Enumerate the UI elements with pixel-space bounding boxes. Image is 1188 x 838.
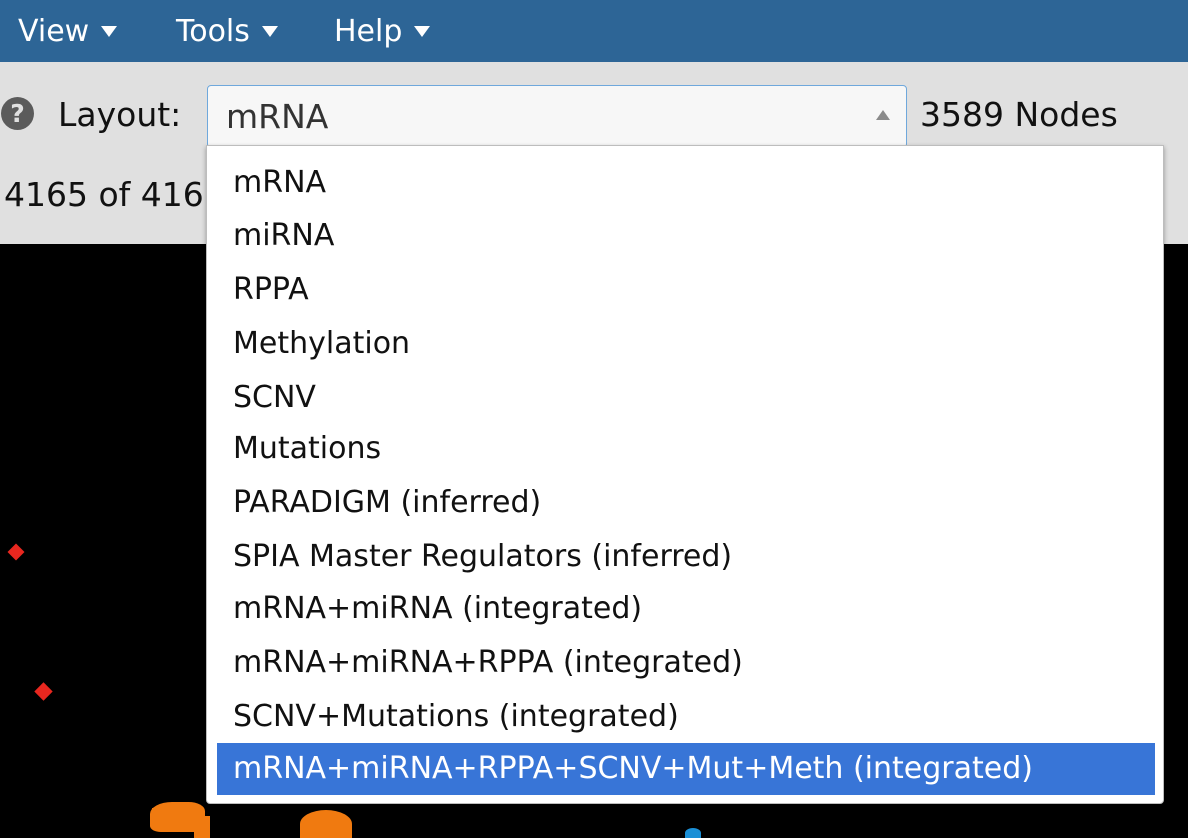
chevron-down-icon (414, 26, 431, 37)
layout-option[interactable]: mRNA (217, 157, 1155, 209)
map-node[interactable] (34, 682, 53, 701)
caret-up-icon (876, 110, 890, 120)
layout-option[interactable]: mRNA+miRNA+RPPA (integrated) (217, 637, 1155, 689)
node-count: 3589 Nodes (920, 95, 1118, 134)
layout-option-highlighted[interactable]: mRNA+miRNA+RPPA+SCNV+Mut+Meth (integrate… (217, 743, 1155, 795)
layout-option[interactable]: SCNV+Mutations (integrated) (217, 691, 1155, 743)
layout-option[interactable]: miRNA (217, 210, 1155, 262)
layout-option[interactable]: RPPA (217, 264, 1155, 316)
map-node[interactable] (7, 543, 25, 561)
layout-label: Layout: (58, 95, 182, 134)
question-circle-icon[interactable]: ? (1, 97, 34, 130)
menu-tools[interactable]: Tools (176, 13, 278, 51)
chevron-down-icon (101, 26, 118, 37)
chevron-down-icon (261, 26, 278, 37)
layout-option[interactable]: SPIA Master Regulators (inferred) (217, 531, 1155, 583)
layout-dropdown: mRNA miRNA RPPA Methylation SCNV Mutatio… (206, 145, 1164, 804)
layout-option[interactable]: mRNA+miRNA (integrated) (217, 583, 1155, 635)
menu-tools-label: Tools (176, 14, 250, 49)
layout-option[interactable]: Methylation (217, 318, 1155, 370)
menu-help[interactable]: Help (334, 13, 431, 51)
menu-view[interactable]: View (18, 13, 118, 51)
map-node[interactable] (685, 828, 701, 838)
layout-select-value: mRNA (226, 97, 329, 136)
layout-option[interactable]: SCNV (217, 372, 1155, 424)
layout-select[interactable]: mRNA (207, 85, 907, 148)
filter-count: 4165 of 416 (4, 175, 204, 214)
layout-option[interactable]: PARADIGM (inferred) (217, 477, 1155, 529)
menu-view-label: View (18, 14, 90, 49)
map-node[interactable] (152, 808, 160, 816)
menubar: View Tools Help (0, 0, 1188, 62)
menu-help-label: Help (334, 14, 403, 49)
map-node-cluster[interactable] (194, 816, 210, 838)
map-node-cluster[interactable] (300, 810, 352, 838)
layout-option[interactable]: Mutations (217, 423, 1155, 475)
